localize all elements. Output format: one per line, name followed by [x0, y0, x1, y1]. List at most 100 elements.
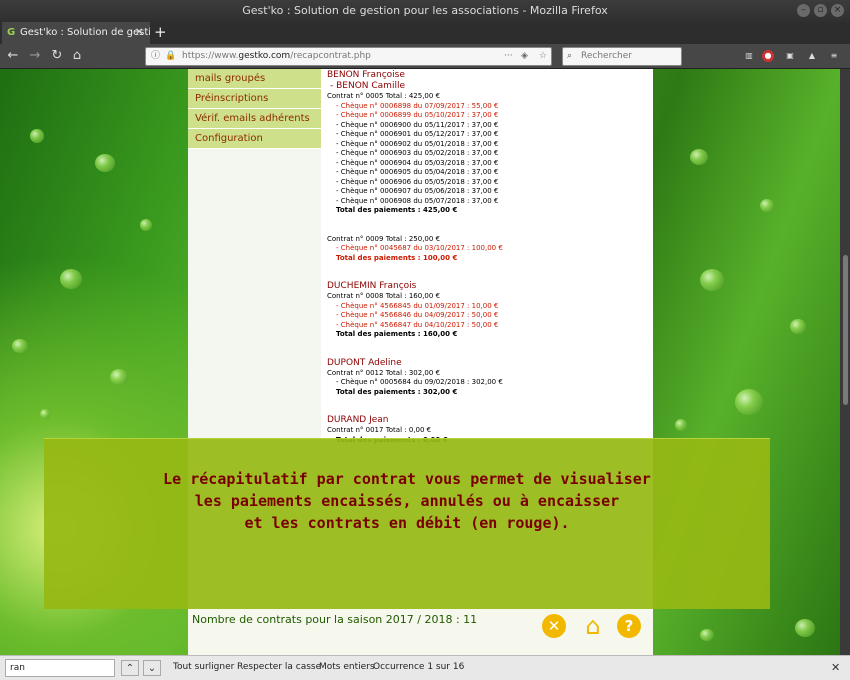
more-icon[interactable]: ···: [504, 48, 513, 65]
payment-line: - Chèque n° 0006900 du 05/11/2017 : 37,0…: [336, 120, 499, 129]
payment-line: - Chèque n° 0006904 du 05/03/2018 : 37,0…: [336, 158, 499, 167]
window-controls: – ▫ ×: [797, 4, 844, 17]
new-tab-icon[interactable]: +: [154, 23, 167, 41]
overlay-line: les paiements encaissés, annulés ou à en…: [194, 492, 620, 510]
water-drop: [40, 409, 50, 419]
forward-icon[interactable]: →: [26, 47, 44, 65]
close-icon[interactable]: ✕: [542, 614, 566, 638]
sidebar-icon[interactable]: ▣: [784, 50, 796, 62]
overlay-line: et les contrats en débit (en rouge).: [244, 514, 570, 532]
member-name: DUPONT Adeline: [327, 357, 402, 368]
member-name: BENON Françoise: [327, 70, 405, 80]
url-prefix: https://www.: [182, 51, 239, 61]
browser-tab[interactable]: G Gest'ko : Solution de gestion ✕: [2, 22, 150, 44]
contract-header: Contrat n° 0012 Total : 302,00 €: [327, 368, 441, 377]
search-icon: ⌕: [567, 51, 573, 61]
contract-count: Nombre de contrats pour la saison 2017 /…: [192, 613, 478, 626]
library-icon[interactable]: ▥: [743, 50, 755, 62]
payment-line: - Chèque n° 0006899 du 05/10/2017 : 37,0…: [336, 111, 499, 119]
contract: Contrat n° 0012 Total : 302,00 € - Chèque…: [327, 369, 653, 398]
water-drop: [690, 149, 708, 165]
payment-line: - Chèque n° 0045687 du 03/10/2017 : 100,…: [336, 244, 503, 252]
search-bar[interactable]: ⌕ Rechercher: [562, 47, 682, 66]
menu-item-configuration[interactable]: Configuration: [188, 129, 321, 149]
payment-line: - Chèque n° 0006907 du 05/06/2018 : 37,0…: [336, 187, 499, 195]
menu-item-preinscriptions[interactable]: Préinscriptions: [188, 89, 321, 109]
window-title: Gest'ko : Solution de gestion pour les a…: [242, 4, 608, 17]
payment-line: - Chèque n° 0006906 du 05/05/2018 : 37,0…: [336, 177, 499, 186]
contract: Contrat n° 0009 Total : 250,00 € - Chèque…: [327, 235, 653, 264]
overlay-line: Le récapitulatif par contrat vous permet…: [163, 470, 651, 488]
url-path: /recapcontrat.php: [290, 51, 371, 61]
water-drop: [700, 269, 724, 291]
member-name: DUCHEMIN François: [327, 281, 417, 291]
payment-line: - Chèque n° 0006902 du 05/01/2018 : 37,0…: [336, 139, 499, 148]
url-domain: gestko.com: [238, 51, 291, 61]
water-drop: [110, 369, 128, 385]
lock-icon[interactable]: 🔒: [165, 48, 176, 65]
contract-header: Contrat n° 0008 Total : 160,00 €: [327, 292, 441, 300]
find-next-icon[interactable]: ⌄: [143, 660, 161, 676]
help-icon[interactable]: ?: [617, 614, 641, 638]
maximize-icon[interactable]: ▫: [814, 4, 827, 17]
water-drop: [95, 154, 115, 172]
back-icon[interactable]: ←: [4, 47, 22, 65]
scrollbar-thumb[interactable]: [843, 255, 848, 405]
water-drop: [700, 629, 714, 641]
water-drop: [30, 129, 44, 143]
member-block: DUCHEMIN François Contrat n° 0008 Total :…: [327, 281, 653, 340]
reload-icon[interactable]: ↻: [48, 47, 66, 65]
match-case-toggle[interactable]: Respecter la casse: [237, 662, 321, 672]
water-drop: [735, 389, 763, 415]
contract-header: Contrat n° 0005 Total : 425,00 €: [327, 92, 441, 100]
member-name: DURAND Jean: [327, 415, 389, 425]
url-bar[interactable]: ⓘ 🔒 https://www.gestko.com/recapcontrat.…: [145, 47, 552, 66]
contract: Contrat n° 0008 Total : 160,00 € - Chèque…: [327, 292, 653, 340]
water-drop: [12, 339, 28, 353]
menu-icon[interactable]: ≡: [828, 50, 840, 62]
adblock-icon[interactable]: ●: [762, 50, 774, 62]
home-button-icon[interactable]: ⌂: [579, 612, 607, 640]
member-block: BENON Françoise - BENON Camille Contrat n…: [327, 70, 653, 263]
contract-header: Contrat n° 0009 Total : 250,00 €: [327, 234, 441, 243]
menu-item-verif-emails[interactable]: Vérif. emails adhérents: [188, 109, 321, 129]
payment-line: - Chèque n° 0006898 du 07/09/2017 : 55,0…: [336, 101, 499, 110]
minimize-icon[interactable]: –: [797, 4, 810, 17]
water-drop: [60, 269, 82, 289]
extension-icon[interactable]: ▲: [806, 50, 818, 62]
menu-item-mails[interactable]: mails groupés: [188, 69, 321, 89]
page-content: mails groupés Préinscriptions Vérif. ema…: [0, 69, 840, 655]
tutorial-overlay: Le récapitulatif par contrat vous permet…: [44, 438, 770, 609]
info-icon[interactable]: ⓘ: [151, 48, 160, 65]
find-previous-icon[interactable]: ⌃: [121, 660, 139, 676]
close-window-icon[interactable]: ×: [831, 4, 844, 17]
payment-line: - Chèque n° 4566847 du 04/10/2017 : 50,0…: [336, 320, 499, 329]
payment-line: - Chèque n° 4566846 du 04/09/2017 : 50,0…: [336, 311, 499, 319]
find-bar: ran ⌃ ⌄ Tout surligner Respecter la cass…: [0, 655, 850, 680]
find-status: Occurrence 1 sur 16: [373, 662, 465, 672]
bookmark-star-icon[interactable]: ☆: [539, 48, 547, 65]
find-input[interactable]: ran: [5, 659, 115, 677]
payment-total: Total des paiements : 100,00 €: [336, 253, 458, 262]
home-icon[interactable]: ⌂: [68, 47, 86, 65]
payment-line: - Chèque n° 0006908 du 05/07/2018 : 37,0…: [336, 196, 499, 205]
whole-words-toggle[interactable]: Mots entiers: [319, 662, 375, 672]
payment-line: - Chèque n° 0005684 du 09/02/2018 : 302,…: [336, 378, 503, 386]
payment-total: Total des paiements : 425,00 €: [336, 206, 458, 214]
water-drop: [140, 219, 152, 231]
find-close-icon[interactable]: ✕: [831, 661, 840, 674]
tab-close-icon[interactable]: ✕: [135, 22, 143, 44]
overlay-message: Le récapitulatif par contrat vous permet…: [44, 439, 770, 534]
water-drop: [675, 419, 687, 431]
navigation-toolbar: ← → ↻ ⌂ ⓘ 🔒 https://www.gestko.com/recap…: [0, 44, 850, 69]
tab-strip: G Gest'ko : Solution de gestion ✕ +: [0, 22, 850, 44]
water-drop: [790, 319, 806, 334]
water-drop: [760, 199, 774, 212]
pocket-icon[interactable]: ◈: [521, 48, 528, 65]
search-placeholder: Rechercher: [581, 51, 632, 61]
contract: Contrat n° 0005 Total : 425,00 € - Chèque…: [327, 92, 653, 216]
favicon-icon: G: [7, 27, 16, 38]
payment-line: - Chèque n° 0006905 du 05/04/2018 : 37,0…: [336, 168, 499, 176]
highlight-all-toggle[interactable]: Tout surligner: [173, 662, 234, 672]
page-footer: Nombre de contrats pour la saison 2017 /…: [188, 609, 653, 655]
